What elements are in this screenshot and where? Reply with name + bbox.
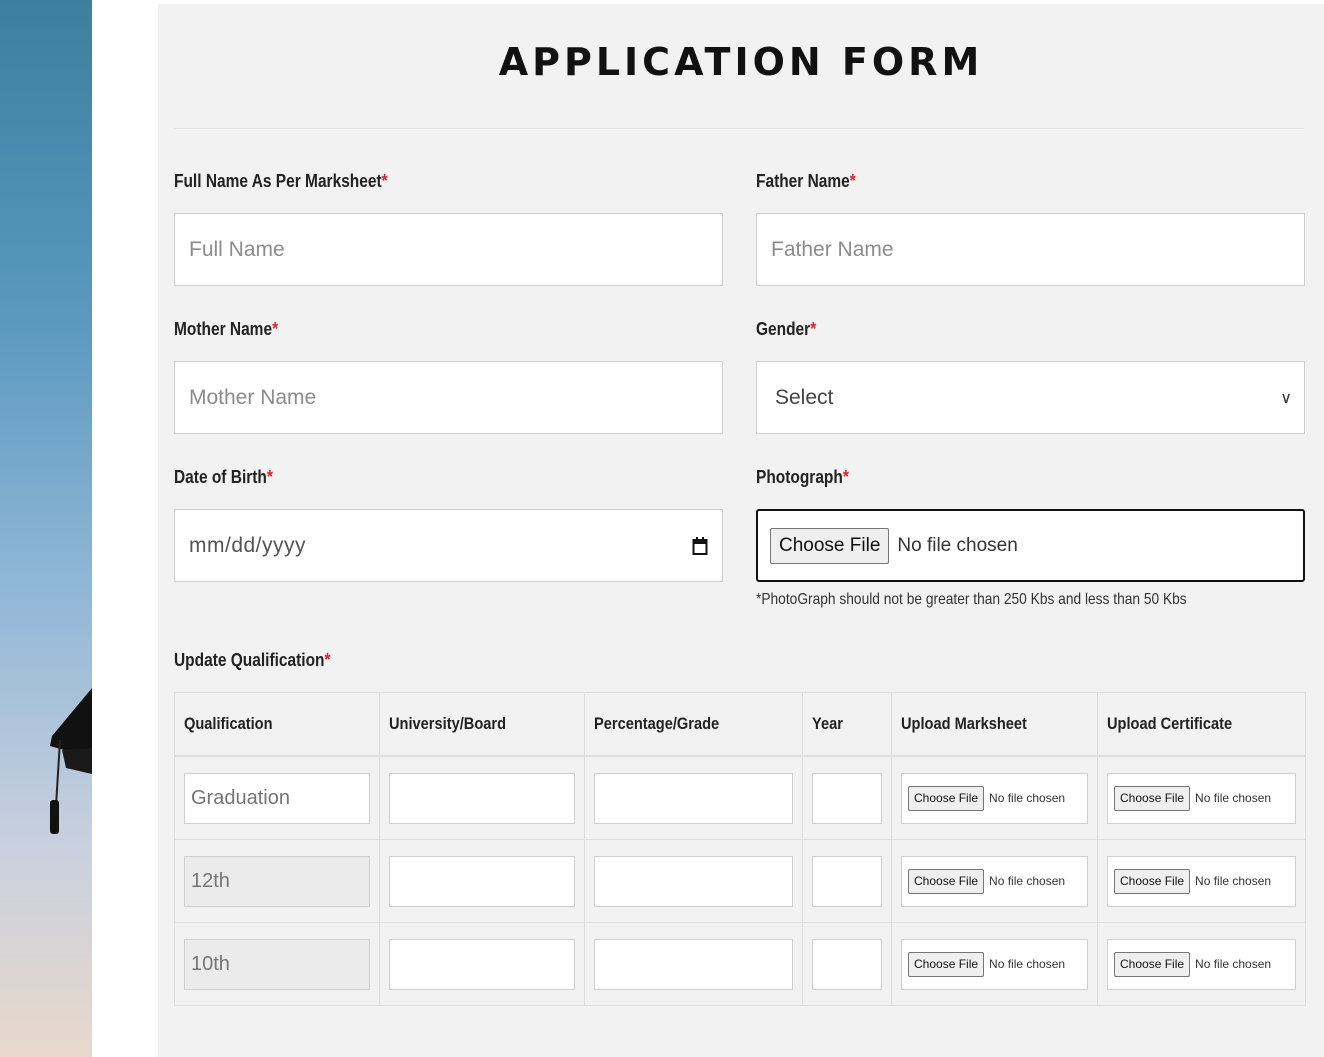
marksheet-file-status: No file chosen <box>989 874 1066 888</box>
table-row: Choose File No file chosen Choose File No … <box>174 755 1306 840</box>
father-name-label: Father Name* <box>756 171 856 191</box>
certificate-file-input[interactable]: Choose File No file chosen <box>1107 938 1296 990</box>
certificate-file-input[interactable]: Choose File No file chosen <box>1107 772 1296 824</box>
university-board-input[interactable] <box>389 772 575 824</box>
qualification-input <box>184 855 370 907</box>
qualification-input[interactable] <box>184 772 370 824</box>
column-header: Percentage/Grade <box>584 692 803 757</box>
marksheet-file-status: No file chosen <box>989 957 1066 971</box>
qualification-input <box>184 938 370 990</box>
column-header: Year <box>802 692 892 757</box>
certificate-file-status: No file chosen <box>1195 957 1272 971</box>
dob-placeholder: mm/dd/yyyy <box>189 533 307 557</box>
mother-name-label: Mother Name* <box>174 319 279 339</box>
table-row: Choose File No file chosen Choose File No … <box>174 839 1306 923</box>
university-board-input[interactable] <box>389 855 575 907</box>
column-header: Upload Certificate <box>1097 692 1306 757</box>
percentage-grade-input[interactable] <box>594 772 793 824</box>
marksheet-file-input[interactable]: Choose File No file chosen <box>901 938 1088 990</box>
marksheet-choose-file-button[interactable]: Choose File <box>908 868 985 894</box>
percentage-grade-input[interactable] <box>594 938 793 990</box>
full-name-input[interactable] <box>174 213 723 286</box>
title-divider <box>174 128 1304 129</box>
mother-name-input[interactable] <box>174 361 723 434</box>
qualification-table-header: Qualification University/Board Percentag… <box>174 692 1306 757</box>
father-name-input[interactable] <box>756 213 1305 286</box>
column-header: University/Board <box>379 692 585 757</box>
photograph-file-input[interactable]: Choose File No file chosen <box>756 509 1305 582</box>
column-header: Qualification <box>174 692 380 757</box>
marksheet-choose-file-button[interactable]: Choose File <box>908 785 985 811</box>
dob-label: Date of Birth* <box>174 467 273 487</box>
background-image <box>0 0 92 1057</box>
update-qualification-label: Update Qualification* <box>174 650 331 670</box>
certificate-choose-file-button[interactable]: Choose File <box>1114 785 1191 811</box>
year-input[interactable] <box>812 938 882 990</box>
certificate-file-status: No file chosen <box>1195 791 1272 805</box>
column-header: Upload Marksheet <box>891 692 1098 757</box>
dob-input[interactable]: mm/dd/yyyy <box>174 509 723 582</box>
marksheet-file-status: No file chosen <box>989 791 1066 805</box>
gender-label: Gender* <box>756 319 817 339</box>
table-row: Choose File No file chosen Choose File No … <box>174 922 1306 1006</box>
year-input[interactable] <box>812 855 882 907</box>
gender-selected-value: Select <box>775 385 834 409</box>
percentage-grade-input[interactable] <box>594 855 793 907</box>
graduation-cap-icon <box>50 688 92 834</box>
certificate-choose-file-button[interactable]: Choose File <box>1114 951 1191 977</box>
photograph-choose-file-button[interactable]: Choose File <box>770 527 890 564</box>
calendar-icon[interactable] <box>692 536 708 555</box>
marksheet-choose-file-button[interactable]: Choose File <box>908 951 985 977</box>
photograph-file-status: No file chosen <box>897 534 1018 556</box>
certificate-file-input[interactable]: Choose File No file chosen <box>1107 855 1296 907</box>
certificate-choose-file-button[interactable]: Choose File <box>1114 868 1191 894</box>
photograph-size-hint: *PhotoGraph should not be greater than 2… <box>756 591 1187 608</box>
photograph-label: Photograph* <box>756 467 849 487</box>
university-board-input[interactable] <box>389 938 575 990</box>
gender-select[interactable]: Select ∨ <box>756 361 1305 434</box>
application-form-panel: APPLICATION FORM Full Name As Per Marksh… <box>158 4 1324 1057</box>
form-title: APPLICATION FORM <box>498 40 984 84</box>
year-input[interactable] <box>812 772 882 824</box>
chevron-down-icon: ∨ <box>1280 389 1292 407</box>
qualification-table: Qualification University/Board Percentag… <box>174 692 1306 1006</box>
certificate-file-status: No file chosen <box>1195 874 1272 888</box>
full-name-label: Full Name As Per Marksheet* <box>174 171 388 191</box>
marksheet-file-input[interactable]: Choose File No file chosen <box>901 855 1088 907</box>
marksheet-file-input[interactable]: Choose File No file chosen <box>901 772 1088 824</box>
